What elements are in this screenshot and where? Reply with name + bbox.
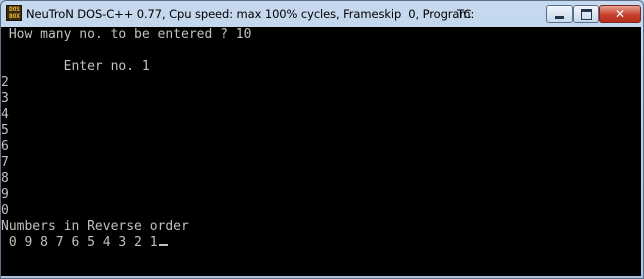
- dosbox-app-icon[interactable]: DOS BOX: [6, 5, 22, 21]
- console-line-input: 7: [1, 155, 9, 170]
- text-cursor: [158, 244, 168, 246]
- close-button[interactable]: ✕: [599, 5, 641, 23]
- console-line-enter-prompt: Enter no. 1: [1, 59, 150, 74]
- title-bar[interactable]: DOS BOX NeuTroN DOS-C++ 0.77, Cpu speed:…: [1, 1, 643, 27]
- reverse-output-text: 0 9 8 7 6 5 4 3 2 1: [1, 235, 158, 250]
- console-line-input: 4: [1, 107, 9, 122]
- window-title: NeuTroN DOS-C++ 0.77, Cpu speed: max 100…: [26, 7, 475, 21]
- app-icon-text-bottom: BOX: [9, 13, 20, 20]
- maximize-icon: [580, 8, 592, 20]
- console-line-input: 5: [1, 123, 9, 138]
- minimize-button[interactable]: [546, 5, 573, 23]
- window-title-program: TC: [457, 7, 472, 21]
- close-icon: ✕: [614, 7, 626, 21]
- console-line-input: 0: [1, 203, 9, 218]
- console-line-reverse-heading: Numbers in Reverse order: [1, 219, 189, 234]
- console-line-input: 3: [1, 91, 9, 106]
- dosbox-window: DOS BOX NeuTroN DOS-C++ 0.77, Cpu speed:…: [0, 0, 644, 279]
- console-line-input: 6: [1, 139, 9, 154]
- console-line-reverse-output: 0 9 8 7 6 5 4 3 2 1: [1, 235, 168, 251]
- console-line-input: 9: [1, 187, 9, 202]
- console-line-prompt-count: How many no. to be entered ? 10: [1, 27, 252, 42]
- dos-console-screen[interactable]: How many no. to be entered ? 10 Enter no…: [1, 27, 641, 276]
- minimize-icon: [555, 15, 564, 19]
- console-line-input: 2: [1, 75, 9, 90]
- console-line-input: 8: [1, 171, 9, 186]
- maximize-button[interactable]: [573, 5, 599, 23]
